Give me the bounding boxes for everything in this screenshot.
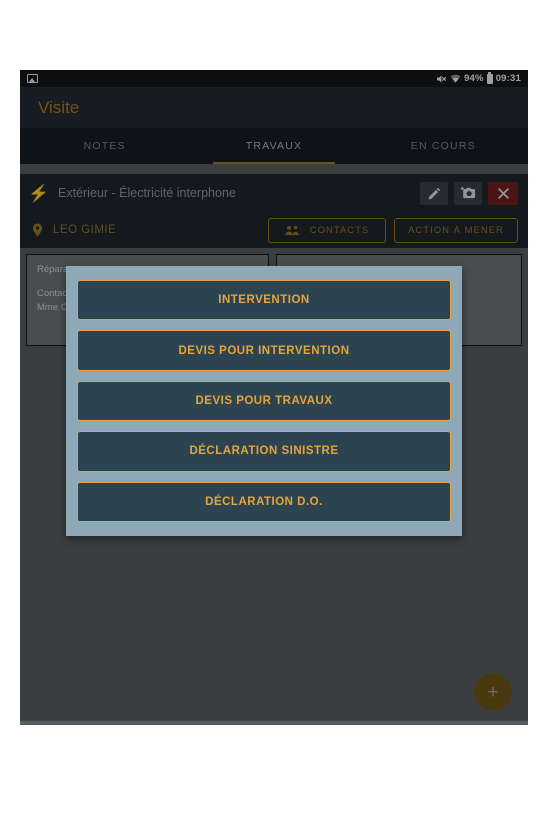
dialog-option-declaration-sinistre[interactable]: DÉCLARATION SINISTRE [77,431,451,472]
dialog-option-intervention[interactable]: INTERVENTION [77,280,451,321]
dialog-option-devis-pour-intervention[interactable]: DEVIS POUR INTERVENTION [77,330,451,371]
dialog-option-devis-pour-travaux[interactable]: DEVIS POUR TRAVAUX [77,380,451,422]
dialog-option-declaration-do[interactable]: DÉCLARATION D.O. [77,481,451,523]
bottom-strip [20,720,528,725]
action-choice-dialog: INTERVENTION DEVIS POUR INTERVENTION DEV… [66,266,462,536]
app-screenshot-frame: 94% 09:31 Visite NOTES TRAVAUX EN COURS … [20,70,528,725]
